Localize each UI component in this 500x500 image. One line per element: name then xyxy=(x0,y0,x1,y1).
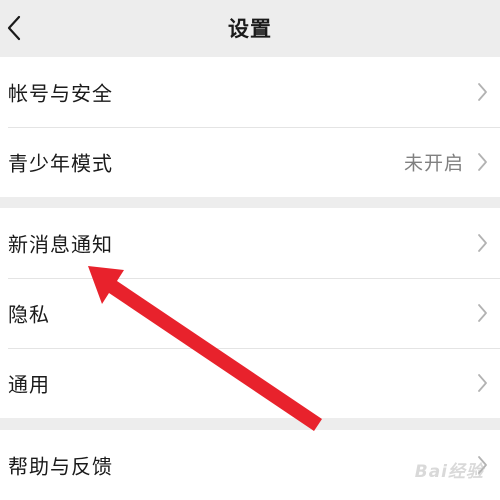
settings-row-label: 通用 xyxy=(8,372,50,397)
settings-row-label: 帐号与安全 xyxy=(8,81,113,106)
chevron-right-icon xyxy=(478,234,487,252)
chevron-right-icon xyxy=(478,304,487,322)
settings-row-new-message-notifications[interactable]: 新消息通知 xyxy=(0,208,500,278)
settings-group-general: 新消息通知 隐私 通用 xyxy=(0,208,500,418)
settings-row-general[interactable]: 通用 xyxy=(0,348,500,418)
chevron-right-icon xyxy=(478,374,487,392)
settings-row-teen-mode[interactable]: 青少年模式 未开启 xyxy=(0,127,500,197)
settings-row-privacy[interactable]: 隐私 xyxy=(0,278,500,348)
settings-group-account: 帐号与安全 青少年模式 未开启 xyxy=(0,57,500,197)
teen-mode-status: 未开启 xyxy=(403,152,464,175)
navigation-bar: 设置 xyxy=(0,0,500,56)
chevron-right-icon xyxy=(478,83,487,101)
settings-row-label: 青少年模式 xyxy=(8,151,113,176)
chevron-right-icon xyxy=(478,153,487,171)
baidu-jingyan-watermark: Bai经验 xyxy=(414,462,484,482)
settings-row-label: 新消息通知 xyxy=(8,232,113,257)
page-title: 设置 xyxy=(228,17,272,41)
settings-row-account-security[interactable]: 帐号与安全 xyxy=(0,57,500,127)
settings-row-label: 帮助与反馈 xyxy=(8,454,113,479)
settings-row-label: 隐私 xyxy=(8,302,50,327)
